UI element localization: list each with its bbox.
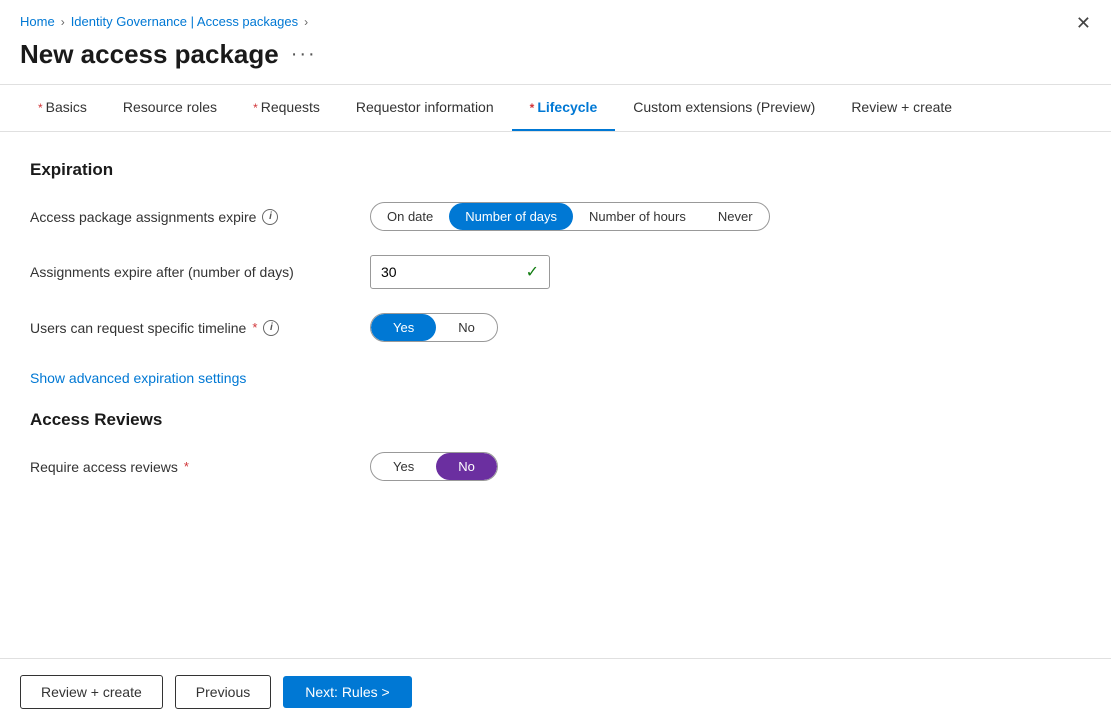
assignments-expire-info-icon[interactable]: i <box>262 209 278 225</box>
require-reviews-yes-option[interactable]: Yes <box>371 453 436 480</box>
assignments-expire-label: Access package assignments expire i <box>30 209 350 225</box>
main-window: ✕ Home › Identity Governance | Access pa… <box>0 0 1111 725</box>
require-reviews-toggle[interactable]: Yes No <box>370 452 498 481</box>
tab-requests[interactable]: *Requests <box>235 85 338 131</box>
tab-bar: *Basics Resource roles *Requests Request… <box>0 85 1111 132</box>
require-reviews-label: Require access reviews * <box>30 459 350 475</box>
tab-lifecycle[interactable]: *Lifecycle <box>512 85 616 131</box>
timeline-row: Users can request specific timeline * i … <box>30 313 1081 342</box>
tab-review-create[interactable]: Review + create <box>833 85 970 131</box>
advanced-expiration-link[interactable]: Show advanced expiration settings <box>30 370 246 386</box>
breadcrumb: Home › Identity Governance | Access pack… <box>0 0 1111 35</box>
timeline-info-icon[interactable]: i <box>263 320 279 336</box>
page-header: New access package ··· <box>0 35 1111 84</box>
timeline-label: Users can request specific timeline * i <box>30 320 350 336</box>
footer: Review + create Previous Next: Rules > <box>0 658 1111 725</box>
days-input-field: ✓ <box>370 255 550 289</box>
breadcrumb-home[interactable]: Home <box>20 14 55 29</box>
assignments-expire-after-row: Assignments expire after (number of days… <box>30 255 1081 289</box>
days-input[interactable] <box>381 264 518 280</box>
breadcrumb-section[interactable]: Identity Governance | Access packages <box>71 14 298 29</box>
breadcrumb-sep2: › <box>304 15 308 29</box>
require-reviews-no-option[interactable]: No <box>436 453 497 480</box>
basics-required-dot: * <box>38 101 43 115</box>
main-content: Expiration Access package assignments ex… <box>0 132 1111 658</box>
expire-number-of-days-option[interactable]: Number of days <box>449 203 573 230</box>
expire-number-of-hours-option[interactable]: Number of hours <box>573 203 702 230</box>
assignments-expire-after-label: Assignments expire after (number of days… <box>30 264 350 280</box>
close-button[interactable]: ✕ <box>1076 14 1091 32</box>
lifecycle-required-dot: * <box>530 101 535 115</box>
tab-basics[interactable]: *Basics <box>20 85 105 131</box>
tab-resource-roles[interactable]: Resource roles <box>105 85 235 131</box>
next-button[interactable]: Next: Rules > <box>283 676 411 708</box>
tab-requestor-info[interactable]: Requestor information <box>338 85 512 131</box>
review-create-button[interactable]: Review + create <box>20 675 163 709</box>
previous-button[interactable]: Previous <box>175 675 271 709</box>
page-title: New access package <box>20 39 279 70</box>
timeline-required-star: * <box>252 320 257 335</box>
require-reviews-row: Require access reviews * Yes No <box>30 452 1081 481</box>
timeline-yes-option[interactable]: Yes <box>371 314 436 341</box>
expiration-section-title: Expiration <box>30 160 1081 180</box>
days-check-icon: ✓ <box>526 262 539 282</box>
assignments-expire-row: Access package assignments expire i On d… <box>30 202 1081 231</box>
timeline-no-option[interactable]: No <box>436 314 497 341</box>
expire-never-option[interactable]: Never <box>702 203 769 230</box>
require-reviews-required-star: * <box>184 459 189 474</box>
tab-custom-extensions[interactable]: Custom extensions (Preview) <box>615 85 833 131</box>
requests-required-dot: * <box>253 101 258 115</box>
timeline-toggle[interactable]: Yes No <box>370 313 498 342</box>
access-reviews-section-title: Access Reviews <box>30 410 1081 430</box>
more-options-button[interactable]: ··· <box>291 43 317 66</box>
breadcrumb-sep1: › <box>61 15 65 29</box>
expire-on-date-option[interactable]: On date <box>371 203 449 230</box>
expire-options-control[interactable]: On date Number of days Number of hours N… <box>370 202 770 231</box>
